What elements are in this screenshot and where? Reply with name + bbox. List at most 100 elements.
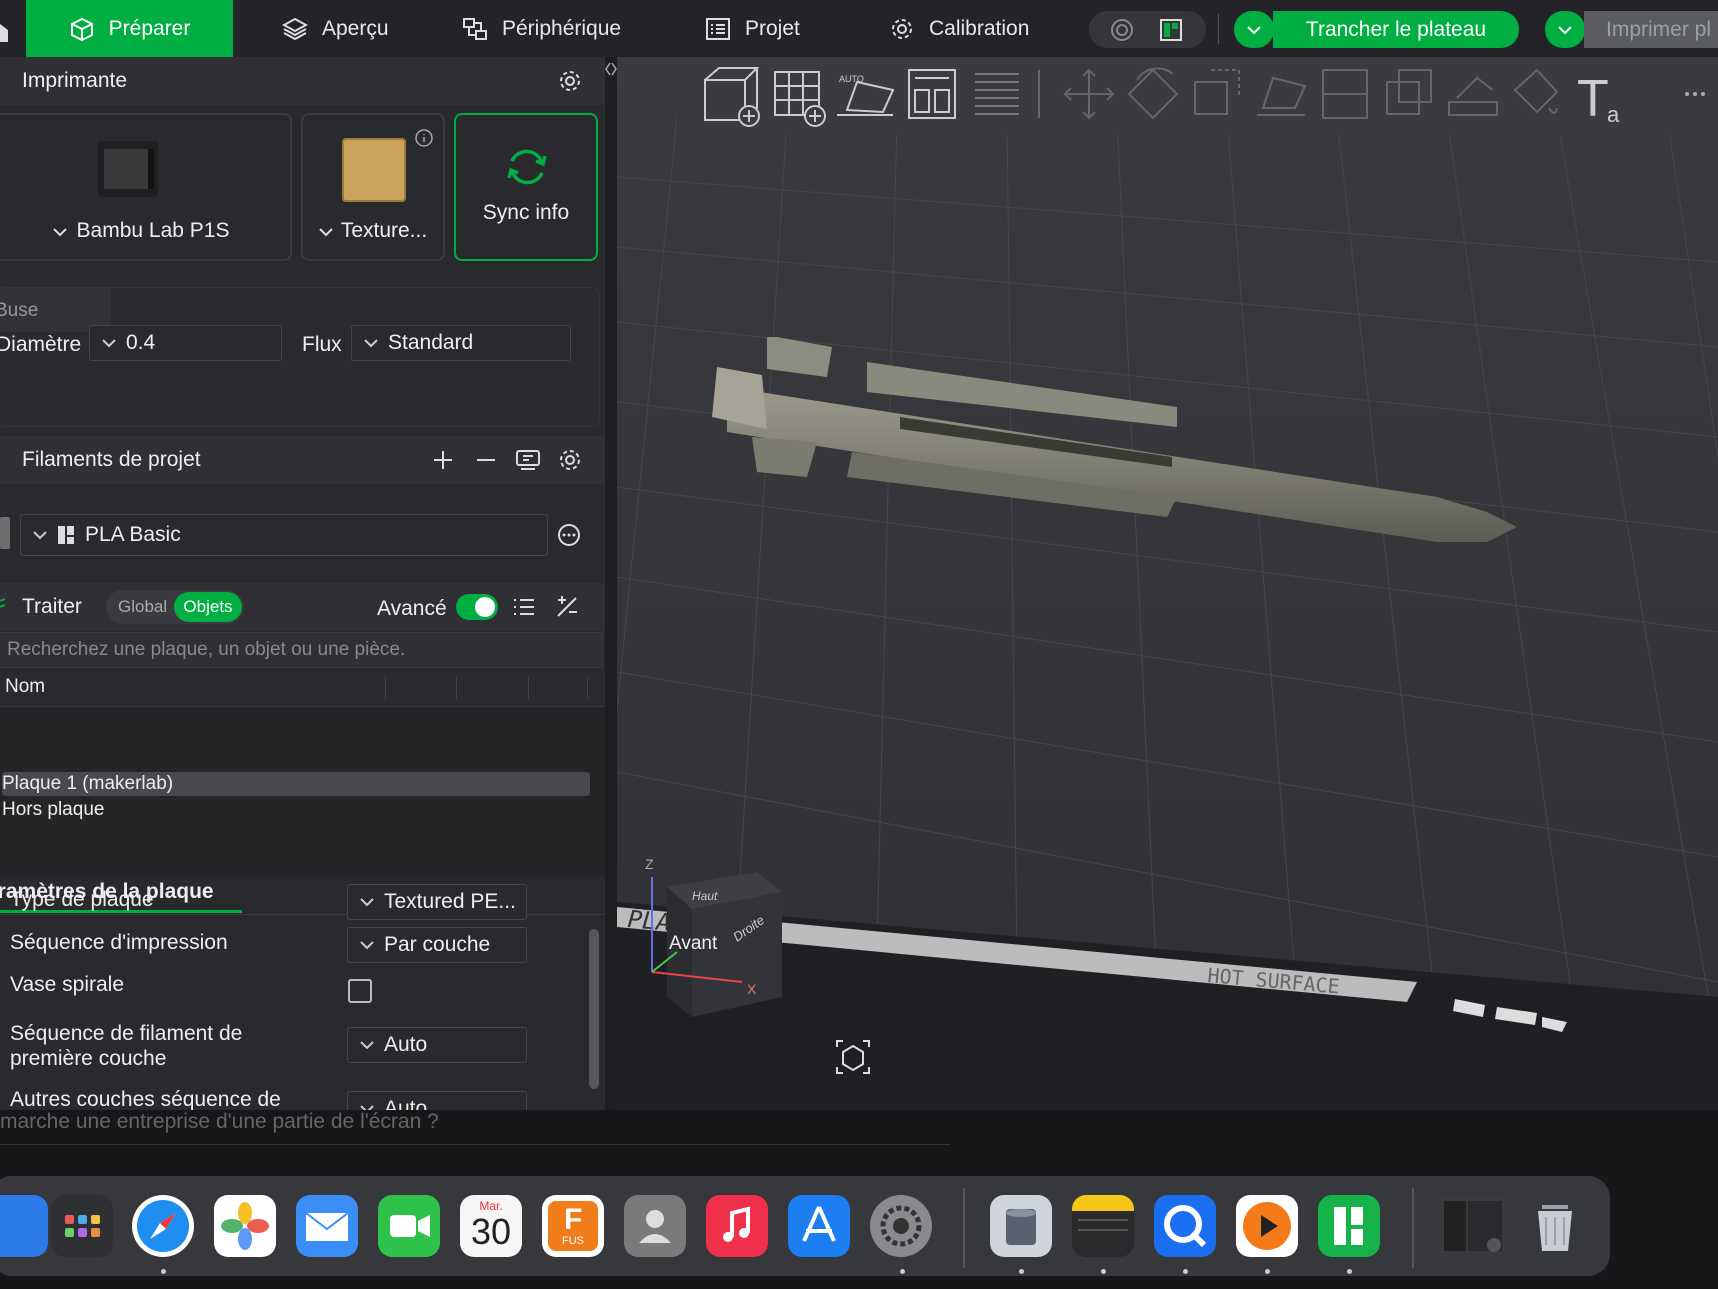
plate-type-select[interactable]: Textured PE... <box>347 884 527 920</box>
settings-scrollbar[interactable] <box>589 929 599 1089</box>
layers-toolbar-icon <box>975 73 1019 115</box>
chevron-down-icon <box>360 898 374 907</box>
plus-icon[interactable] <box>430 447 456 473</box>
print-sequence-value: Par couche <box>384 933 491 956</box>
diameter-select[interactable]: 0.4 <box>89 325 282 361</box>
auto-orient-icon[interactable]: AUTO <box>837 74 895 116</box>
plate-type-select[interactable]: Texture... <box>303 219 443 243</box>
trash-icon[interactable] <box>1524 1195 1586 1257</box>
filament-select[interactable]: PLA Basic <box>20 514 548 556</box>
filament-color-swatch[interactable] <box>0 517 10 549</box>
scale-icon[interactable] <box>1194 69 1240 115</box>
flow-label: Flux <box>302 333 342 356</box>
mail-icon[interactable] <box>296 1195 358 1257</box>
view-mode-toggle[interactable] <box>1089 11 1206 48</box>
tab-label: Périphérique <box>502 16 622 40</box>
object-list-header: Nom <box>0 669 605 707</box>
calendar-day: 30 <box>470 1211 512 1252</box>
offplate-row-label: Hors plaque <box>2 799 105 820</box>
multiplate-icon[interactable] <box>1159 18 1183 42</box>
filament-sync-icon[interactable] <box>515 447 541 473</box>
quicktime-icon[interactable] <box>1154 1195 1216 1257</box>
more-tools-icon[interactable] <box>1685 92 1705 96</box>
tab-project[interactable]: Projet <box>705 0 800 57</box>
object-search-input[interactable]: Recherchez une plaque, un objet ou une p… <box>0 632 603 668</box>
fit-view-button[interactable] <box>825 1037 881 1093</box>
more-options-icon[interactable] <box>556 522 582 548</box>
gear-icon[interactable] <box>557 68 583 94</box>
launchpad-icon[interactable] <box>51 1195 113 1257</box>
bambu-studio-icon[interactable] <box>1318 1195 1380 1257</box>
list-item[interactable]: Plaque 1 (makerlab) <box>2 772 590 796</box>
slice-plate-button[interactable]: Trancher le plateau <box>1273 11 1519 48</box>
list-view-icon[interactable] <box>511 594 537 620</box>
build-plate-scene[interactable]: PLA/PETG HOT SURFACE Haut Avant Droite Z… <box>617 57 1718 1110</box>
fusion-icon[interactable]: F FUS <box>542 1195 604 1257</box>
arrange-icon[interactable] <box>908 69 956 119</box>
color-paint-icon[interactable] <box>1513 68 1559 114</box>
chevron-down-icon <box>360 941 374 950</box>
panel-divider[interactable] <box>605 57 617 1110</box>
music-icon[interactable] <box>706 1195 768 1257</box>
app-store-icon[interactable] <box>788 1195 850 1257</box>
chevron-down-icon <box>1558 26 1572 35</box>
fusion-label: FUS <box>562 1235 584 1247</box>
photos-icon[interactable] <box>214 1195 276 1257</box>
slice-dropdown[interactable] <box>1234 11 1274 48</box>
build-plate-card[interactable]: Texture... <box>301 113 445 261</box>
global-objects-toggle[interactable]: Global Objets <box>106 590 244 624</box>
contacts-icon[interactable] <box>624 1195 686 1257</box>
info-icon[interactable] <box>415 129 433 147</box>
cube-front-label: Avant <box>669 933 718 954</box>
spiral-vase-checkbox[interactable] <box>348 979 372 1003</box>
finder-icon[interactable] <box>0 1195 48 1257</box>
add-plate-icon[interactable] <box>774 71 826 127</box>
notes-icon[interactable] <box>1072 1195 1134 1257</box>
mode-objects[interactable]: Objets <box>174 592 242 622</box>
printer-model-select[interactable]: Bambu Lab P1S <box>0 219 290 243</box>
running-indicator <box>1265 1269 1270 1274</box>
collapse-panel-icon[interactable] <box>605 61 617 77</box>
advanced-toggle[interactable] <box>456 594 498 620</box>
home-icon[interactable] <box>0 16 10 42</box>
other-layers-sequence-select[interactable]: Auto <box>347 1091 527 1110</box>
calendar-icon[interactable]: Mar. 30 <box>460 1195 522 1257</box>
list-item[interactable]: Hors plaque <box>2 798 104 822</box>
printer-card[interactable]: Bambu Lab P1S <box>0 113 292 261</box>
advanced-label: Avancé <box>377 597 447 620</box>
compare-icon[interactable] <box>554 594 580 620</box>
move-icon[interactable] <box>1063 68 1115 120</box>
minus-icon[interactable] <box>473 447 499 473</box>
rotate-icon[interactable] <box>1127 67 1179 120</box>
system-settings-icon[interactable] <box>870 1195 932 1257</box>
print-sequence-select[interactable]: Par couche <box>347 927 527 963</box>
mode-global[interactable]: Global <box>118 597 167 617</box>
preview-icon[interactable] <box>990 1195 1052 1257</box>
safari-icon[interactable] <box>132 1195 194 1257</box>
tab-calibration[interactable]: Calibration <box>889 0 1029 57</box>
boolean-icon[interactable] <box>1386 69 1432 115</box>
recent-window-thumbnail[interactable] <box>1440 1195 1506 1257</box>
tab-prepare[interactable]: Préparer <box>26 0 233 57</box>
print-dropdown[interactable] <box>1545 11 1585 48</box>
lay-on-face-icon[interactable] <box>1257 76 1307 116</box>
tab-device[interactable]: Périphérique <box>462 0 621 57</box>
gear-icon[interactable] <box>557 447 583 473</box>
target-icon[interactable] <box>1110 18 1134 42</box>
section-title: Filaments de projet <box>22 448 201 471</box>
flow-select[interactable]: Standard <box>351 325 571 361</box>
support-paint-icon[interactable] <box>1448 76 1498 116</box>
infuse-icon[interactable] <box>1236 1195 1298 1257</box>
sync-info-button[interactable]: Sync info <box>454 113 598 261</box>
add-object-icon[interactable] <box>704 67 760 127</box>
running-indicator <box>900 1269 905 1274</box>
print-plate-button[interactable]: Imprimer pl <box>1584 11 1718 48</box>
text-tool-icon[interactable]: Ta <box>1577 70 1620 128</box>
facetime-icon[interactable] <box>378 1195 440 1257</box>
cut-icon[interactable] <box>1322 69 1368 119</box>
3d-viewport[interactable]: PLA/PETG HOT SURFACE Haut Avant Droite Z… <box>617 57 1718 1110</box>
tab-preview[interactable]: Aperçu <box>282 0 389 57</box>
sync-icon <box>507 149 547 185</box>
first-layer-sequence-select[interactable]: Auto <box>347 1027 527 1063</box>
column-name[interactable]: Nom <box>5 676 45 698</box>
